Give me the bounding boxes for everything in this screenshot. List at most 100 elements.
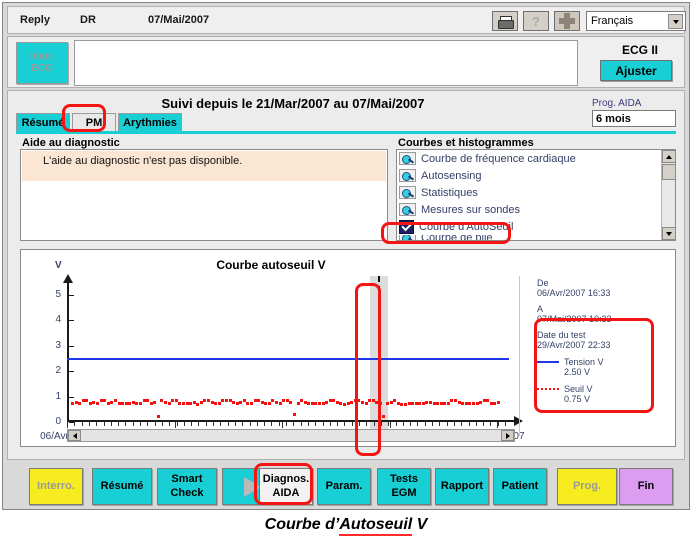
data-point bbox=[397, 402, 400, 405]
data-point bbox=[300, 399, 303, 402]
data-point bbox=[468, 402, 471, 405]
button-label-line1: Diagnos. bbox=[263, 473, 309, 486]
curves-listbox[interactable]: Courbe de fréquence cardiaque Autosensin… bbox=[396, 149, 676, 241]
x-axis-tick-mark bbox=[301, 422, 302, 426]
add-button[interactable] bbox=[554, 11, 580, 31]
list-item-selected[interactable]: Courbe d'AutoSeuil bbox=[397, 218, 675, 235]
bottom-button-param[interactable]: Param. bbox=[317, 468, 371, 505]
scroll-left-icon[interactable] bbox=[68, 430, 81, 441]
y-axis-tick-mark bbox=[69, 371, 74, 372]
tab-resume[interactable]: Résumé bbox=[16, 113, 70, 132]
list-item[interactable]: Autosensing bbox=[397, 167, 675, 184]
button-label-line1: Smart bbox=[171, 473, 202, 486]
data-point bbox=[186, 402, 189, 405]
y-axis bbox=[67, 282, 69, 422]
ecg-lead-label: ECG II bbox=[600, 43, 680, 57]
list-item[interactable]: Mesures sur sondes bbox=[397, 201, 675, 218]
bottom-button-diagnos-aida[interactable]: Diagnos.AIDA bbox=[259, 468, 313, 505]
data-point bbox=[236, 402, 239, 405]
chevron-down-icon[interactable] bbox=[668, 14, 683, 29]
print-ecg-button[interactable]: Impr. ECG bbox=[16, 42, 68, 84]
data-point bbox=[189, 402, 192, 405]
tab-arythmies[interactable]: Arythmies bbox=[118, 113, 182, 132]
x-axis-tick-mark bbox=[454, 422, 455, 426]
adjust-button[interactable]: Ajuster bbox=[600, 60, 672, 81]
language-select[interactable]: Français bbox=[586, 11, 686, 31]
prog-aida-field[interactable]: 6 mois bbox=[592, 110, 676, 127]
data-point bbox=[483, 399, 486, 402]
list-item[interactable]: Courbe de fréquence cardiaque bbox=[397, 150, 675, 167]
data-point bbox=[497, 401, 500, 404]
x-axis-tick-mark bbox=[169, 422, 170, 426]
data-point bbox=[307, 402, 310, 405]
data-point bbox=[318, 402, 321, 405]
data-point bbox=[493, 402, 496, 405]
data-point bbox=[472, 402, 475, 405]
bottom-button-prog[interactable]: Prog. bbox=[557, 468, 617, 505]
print-button[interactable] bbox=[492, 11, 518, 31]
help-button[interactable]: ? bbox=[523, 11, 549, 31]
data-point bbox=[372, 399, 375, 402]
data-point bbox=[390, 401, 393, 404]
data-point bbox=[164, 401, 167, 404]
legend-tension-value: 2.50 V bbox=[564, 367, 672, 377]
scroll-up-icon[interactable] bbox=[662, 150, 676, 163]
x-axis-tick-mark bbox=[228, 422, 229, 426]
list-item[interactable]: Courbe de pile bbox=[397, 235, 675, 240]
data-point bbox=[196, 403, 199, 406]
data-point bbox=[361, 401, 364, 404]
data-point bbox=[433, 402, 436, 405]
plus-icon bbox=[559, 13, 575, 29]
device-window: Reply DR 07/Mai/2007 ? Français Impr. EC… bbox=[2, 2, 690, 510]
bottom-button-fin[interactable]: Fin bbox=[619, 468, 673, 505]
data-point bbox=[114, 399, 117, 402]
x-axis-tick-mark bbox=[330, 422, 331, 426]
data-point bbox=[436, 402, 439, 405]
list-item[interactable]: Statistiques bbox=[397, 184, 675, 201]
data-point bbox=[100, 399, 103, 402]
button-label-line2: Check bbox=[170, 487, 203, 500]
bottom-button-interro[interactable]: Interro. bbox=[29, 468, 83, 505]
x-axis-tick-mark bbox=[344, 422, 345, 426]
x-axis-tick-mark bbox=[140, 422, 141, 426]
play-icon bbox=[244, 477, 261, 497]
y-axis-tick-mark bbox=[69, 397, 74, 398]
button-label-line1: Patient bbox=[502, 480, 539, 493]
data-point bbox=[132, 401, 135, 404]
y-axis-tick-mark bbox=[69, 295, 74, 296]
bottom-button-rapport[interactable]: Rapport bbox=[435, 468, 489, 505]
data-point bbox=[214, 402, 217, 405]
chart-plot-area[interactable]: V 01234506/Avr/200713/Avr/200720/Avr/200… bbox=[67, 282, 515, 422]
data-point bbox=[422, 402, 425, 405]
bottom-button-r-sum[interactable]: Résumé bbox=[92, 468, 152, 505]
scroll-down-icon[interactable] bbox=[662, 227, 676, 240]
x-axis-tick-mark bbox=[213, 422, 214, 426]
data-point bbox=[175, 399, 178, 402]
x-axis-tick-mark bbox=[403, 422, 404, 426]
bottom-button-patient[interactable]: Patient bbox=[493, 468, 547, 505]
data-point bbox=[354, 399, 357, 402]
data-point bbox=[200, 401, 203, 404]
scrollbar-thumb[interactable] bbox=[662, 164, 676, 180]
x-axis-tick-mark bbox=[147, 422, 148, 426]
data-point bbox=[207, 399, 210, 402]
data-point bbox=[82, 399, 85, 402]
y-axis-tick-label: 2 bbox=[45, 365, 61, 376]
x-axis bbox=[67, 420, 515, 422]
diagnostic-panel: L'aide au diagnostic n'est pas disponibl… bbox=[20, 149, 388, 241]
checkmark-icon[interactable] bbox=[399, 220, 414, 234]
bottom-button-tests-egm[interactable]: TestsEGM bbox=[377, 468, 431, 505]
list-item-label: Courbe d'AutoSeuil bbox=[419, 221, 513, 233]
bottom-button-smart-check[interactable]: SmartCheck bbox=[157, 468, 217, 505]
x-axis-major-tick bbox=[175, 422, 176, 428]
data-point bbox=[465, 402, 468, 405]
data-point bbox=[304, 401, 307, 404]
data-point bbox=[239, 401, 242, 404]
data-point bbox=[408, 402, 411, 405]
legend-line-swatch-icon bbox=[537, 361, 559, 363]
chart-horizontal-scrollbar[interactable] bbox=[67, 429, 515, 442]
y-axis-tick-label: 0 bbox=[45, 416, 61, 427]
scroll-right-icon[interactable] bbox=[501, 430, 514, 441]
tab-pm[interactable]: PM bbox=[72, 113, 116, 132]
listbox-scrollbar[interactable] bbox=[661, 150, 675, 240]
